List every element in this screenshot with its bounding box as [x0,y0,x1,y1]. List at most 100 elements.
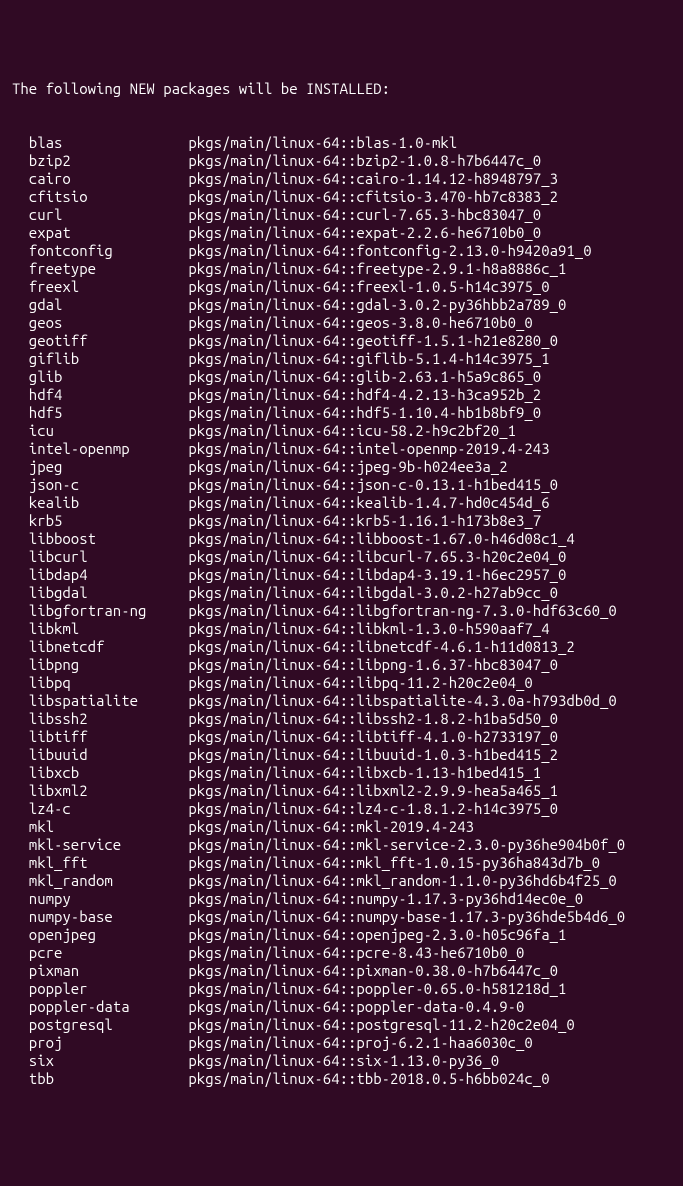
package-row: postgresqlpkgs/main/linux-64::postgresql… [12,1016,671,1034]
indent [12,710,29,728]
package-spec: pkgs/main/linux-64::libuuid-1.0.3-h1bed4… [188,746,671,764]
package-name: pcre [29,944,189,962]
package-name: fontconfig [29,242,189,260]
package-row: openjpegpkgs/main/linux-64::openjpeg-2.3… [12,926,671,944]
indent [12,692,29,710]
package-row: sixpkgs/main/linux-64::six-1.13.0-py36_0 [12,1052,671,1070]
package-name: libdap4 [29,566,189,584]
indent [12,404,29,422]
package-row: glibpkgs/main/linux-64::glib-2.63.1-h5a9… [12,368,671,386]
package-row: libboostpkgs/main/linux-64::libboost-1.6… [12,530,671,548]
package-name: libtiff [29,728,189,746]
indent [12,332,29,350]
indent [12,494,29,512]
package-name: pixman [29,962,189,980]
package-row: numpypkgs/main/linux-64::numpy-1.17.3-py… [12,890,671,908]
indent [12,674,29,692]
package-row: libcurlpkgs/main/linux-64::libcurl-7.65.… [12,548,671,566]
indent [12,1070,29,1088]
package-row: numpy-basepkgs/main/linux-64::numpy-base… [12,908,671,926]
package-name: numpy [29,890,189,908]
package-spec: pkgs/main/linux-64::jpeg-9b-h024ee3a_2 [188,458,671,476]
package-spec: pkgs/main/linux-64::libtiff-4.1.0-h27331… [188,728,671,746]
package-spec: pkgs/main/linux-64::libnetcdf-4.6.1-h11d… [188,638,671,656]
package-spec: pkgs/main/linux-64::libkml-1.3.0-h590aaf… [188,620,671,638]
package-row: lz4-cpkgs/main/linux-64::lz4-c-1.8.1.2-h… [12,800,671,818]
package-name: jpeg [29,458,189,476]
package-row: cfitsiopkgs/main/linux-64::cfitsio-3.470… [12,188,671,206]
indent [12,944,29,962]
package-spec: pkgs/main/linux-64::libgfortran-ng-7.3.0… [188,602,671,620]
package-name: libssh2 [29,710,189,728]
package-spec: pkgs/main/linux-64::mkl-service-2.3.0-py… [188,836,671,854]
package-spec: pkgs/main/linux-64::json-c-0.13.1-h1bed4… [188,476,671,494]
package-name: libpng [29,656,189,674]
package-name: giflib [29,350,189,368]
indent [12,260,29,278]
package-row: cairopkgs/main/linux-64::cairo-1.14.12-h… [12,170,671,188]
indent [12,872,29,890]
install-header: The following NEW packages will be INSTA… [12,80,671,98]
package-row: libdap4pkgs/main/linux-64::libdap4-3.19.… [12,566,671,584]
package-spec: pkgs/main/linux-64::intel-openmp-2019.4-… [188,440,671,458]
package-row: libxcbpkgs/main/linux-64::libxcb-1.13-h1… [12,764,671,782]
indent [12,458,29,476]
indent [12,368,29,386]
package-row: libgfortran-ngpkgs/main/linux-64::libgfo… [12,602,671,620]
package-row: fontconfigpkgs/main/linux-64::fontconfig… [12,242,671,260]
package-row: libnetcdfpkgs/main/linux-64::libnetcdf-4… [12,638,671,656]
package-name: hdf5 [29,404,189,422]
package-spec: pkgs/main/linux-64::openjpeg-2.3.0-h05c9… [188,926,671,944]
package-spec: pkgs/main/linux-64::libssh2-1.8.2-h1ba5d… [188,710,671,728]
package-spec: pkgs/main/linux-64::cfitsio-3.470-hb7c83… [188,188,671,206]
package-spec: pkgs/main/linux-64::libcurl-7.65.3-h20c2… [188,548,671,566]
package-row: libxml2pkgs/main/linux-64::libxml2-2.9.9… [12,782,671,800]
indent [12,350,29,368]
package-name: bzip2 [29,152,189,170]
package-spec: pkgs/main/linux-64::mkl_random-1.1.0-py3… [188,872,671,890]
package-spec: pkgs/main/linux-64::hdf5-1.10.4-hb1b8bf9… [188,404,671,422]
package-name: cairo [29,170,189,188]
package-name: libkml [29,620,189,638]
indent [12,170,29,188]
indent [12,854,29,872]
package-row: intel-openmppkgs/main/linux-64::intel-op… [12,440,671,458]
package-name: six [29,1052,189,1070]
indent [12,836,29,854]
package-name: libcurl [29,548,189,566]
package-row: libtiffpkgs/main/linux-64::libtiff-4.1.0… [12,728,671,746]
package-name: freexl [29,278,189,296]
package-spec: pkgs/main/linux-64::postgresql-11.2-h20c… [188,1016,671,1034]
package-spec: pkgs/main/linux-64::libdap4-3.19.1-h6ec2… [188,566,671,584]
indent [12,584,29,602]
package-row: pcrepkgs/main/linux-64::pcre-8.43-he6710… [12,944,671,962]
package-name: cfitsio [29,188,189,206]
package-spec: pkgs/main/linux-64::freetype-2.9.1-h8a88… [188,260,671,278]
package-name: openjpeg [29,926,189,944]
package-name: kealib [29,494,189,512]
indent [12,638,29,656]
package-name: gdal [29,296,189,314]
indent [12,152,29,170]
package-row: poppler-datapkgs/main/linux-64::poppler-… [12,998,671,1016]
indent [12,962,29,980]
indent [12,206,29,224]
package-name: krb5 [29,512,189,530]
indent [12,764,29,782]
package-row: popplerpkgs/main/linux-64::poppler-0.65.… [12,980,671,998]
indent [12,278,29,296]
package-spec: pkgs/main/linux-64::mkl-2019.4-243 [188,818,671,836]
indent [12,512,29,530]
package-spec: pkgs/main/linux-64::geos-3.8.0-he6710b0_… [188,314,671,332]
package-row: freexlpkgs/main/linux-64::freexl-1.0.5-h… [12,278,671,296]
indent [12,566,29,584]
package-name: mkl-service [29,836,189,854]
package-row: pixmanpkgs/main/linux-64::pixman-0.38.0-… [12,962,671,980]
package-spec: pkgs/main/linux-64::pixman-0.38.0-h7b644… [188,962,671,980]
package-name: blas [29,134,189,152]
package-name: mkl_fft [29,854,189,872]
package-spec: pkgs/main/linux-64::curl-7.65.3-hbc83047… [188,206,671,224]
package-spec: pkgs/main/linux-64::giflib-5.1.4-h14c397… [188,350,671,368]
indent [12,728,29,746]
package-row: geotiffpkgs/main/linux-64::geotiff-1.5.1… [12,332,671,350]
